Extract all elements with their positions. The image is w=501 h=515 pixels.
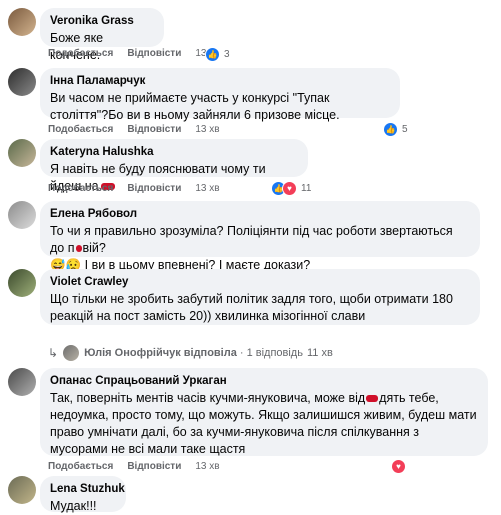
avatar[interactable] xyxy=(8,269,36,297)
comment-bubble: Елена Рябовол То чи я правильно зрозуміл… xyxy=(40,201,480,272)
comment-text: Ви часом не приймаєте участь у конкурсі … xyxy=(50,91,340,122)
reply-time: 11 хв xyxy=(306,347,333,359)
reply-arrow-icon: ↳ xyxy=(48,346,59,360)
reaction-summary[interactable]: 👍 ♥ 11 xyxy=(271,180,311,196)
comment-bubble: Violet Crawley Що тільки не зробить забу… xyxy=(40,269,480,325)
heart-icon: ♥ xyxy=(282,180,297,196)
reaction-summary[interactable]: ♥ xyxy=(391,458,406,474)
comment-bubble: Kateryna Halushka Я навіть не буду поясн… xyxy=(40,139,308,193)
avatar[interactable] xyxy=(8,139,36,167)
comment-author[interactable]: Lena Stuzhuk xyxy=(50,482,125,496)
comment-text-part: вій? xyxy=(82,241,106,255)
comment-bubble: Veronika Grass Боже яке кончене. xyxy=(40,8,164,62)
heart-icon: ♥ xyxy=(391,458,406,474)
reply-button[interactable]: Відповісти xyxy=(127,461,181,473)
censor-mark xyxy=(75,245,82,253)
like-icon: 👍 xyxy=(205,46,220,62)
reaction-summary[interactable]: 👍 5 xyxy=(383,121,408,137)
reply-count: · 1 відповідь xyxy=(239,347,303,359)
comment-actions: Подобається Відповісти 13 хв xyxy=(48,183,220,195)
timestamp[interactable]: 13 хв xyxy=(195,183,219,195)
reply-author: Юлія Онофрійчук xyxy=(84,347,181,359)
comment-text-part: Так, поверніть ментів часів кучми-януков… xyxy=(50,391,366,405)
reaction-count: 5 xyxy=(402,123,408,135)
reply-verb: відповіла xyxy=(183,347,237,359)
comment-text: То чи я правильно зрозуміла? Поліціянти … xyxy=(50,223,470,274)
reply-button[interactable]: Відповісти xyxy=(127,183,181,195)
avatar[interactable] xyxy=(8,68,36,96)
comment-bubble: Інна Паламарчук Ви часом не приймаєте уч… xyxy=(40,68,400,122)
comment-author[interactable]: Елена Рябовол xyxy=(50,207,470,221)
comment-text: Так, поверніть ментів часів кучми-януков… xyxy=(50,390,478,458)
like-button[interactable]: Подобається xyxy=(48,124,113,136)
timestamp[interactable]: 13 хв xyxy=(195,124,219,136)
like-icon: 👍 xyxy=(383,121,398,137)
reply-button[interactable]: Відповісти xyxy=(127,48,181,60)
comment-author[interactable]: Опанас Спрацьований Уркаган xyxy=(50,374,478,388)
comment-author[interactable]: Veronika Grass xyxy=(50,14,154,28)
comment-text: Мудак!!! xyxy=(50,499,97,513)
avatar[interactable] xyxy=(8,476,36,504)
reaction-count: 11 xyxy=(301,182,312,194)
reaction-count: 3 xyxy=(224,48,230,60)
comment-author[interactable]: Інна Паламарчук xyxy=(50,74,390,88)
avatar[interactable] xyxy=(8,8,36,36)
like-button[interactable]: Подобається xyxy=(48,461,113,473)
reply-button[interactable]: Відповісти xyxy=(127,124,181,136)
comment-text-part: То чи я правильно зрозуміла? Поліціянти … xyxy=(50,224,453,255)
like-button[interactable]: Подобається xyxy=(48,48,113,60)
censor-mark xyxy=(366,395,379,403)
comment-text: Що тільки не зробить забутий політик зад… xyxy=(50,292,453,323)
comment-bubble: Опанас Спрацьований Уркаган Так, поверні… xyxy=(40,368,488,456)
like-button[interactable]: Подобається xyxy=(48,183,113,195)
avatar xyxy=(63,345,80,361)
comment-author[interactable]: Violet Crawley xyxy=(50,275,470,289)
reaction-summary[interactable]: 👍 3 xyxy=(205,46,230,62)
comment-actions: Подобається Відповісти 13 хв xyxy=(48,124,220,136)
comment-actions: Подобається Відповісти 13 хв xyxy=(48,461,220,473)
comment-author[interactable]: Kateryna Halushka xyxy=(50,145,298,159)
timestamp[interactable]: 13 хв xyxy=(195,461,219,473)
view-replies-link[interactable]: ↳ Юлія Онофрійчук відповіла · 1 відповід… xyxy=(48,345,333,361)
comment-actions: ПодобаєтьсяВідповісти13 хв xyxy=(48,48,220,60)
avatar[interactable] xyxy=(8,368,36,396)
avatar[interactable] xyxy=(8,201,36,229)
comment-bubble: Lena Stuzhuk Мудак!!! xyxy=(40,476,126,513)
